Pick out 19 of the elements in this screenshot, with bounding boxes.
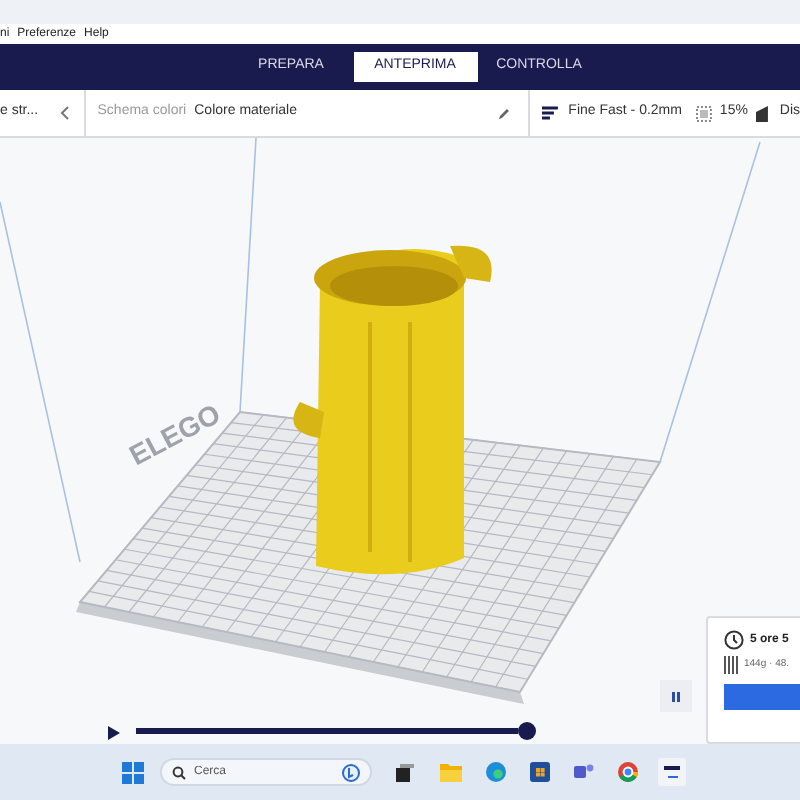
- filament-icon: [724, 656, 738, 674]
- chrome-icon[interactable]: [618, 762, 638, 782]
- active-app-icon[interactable]: [658, 758, 686, 786]
- infill-icon: [695, 105, 712, 121]
- windows-icon[interactable]: [122, 761, 144, 783]
- pause-icon: [672, 691, 680, 701]
- pause-button[interactable]: [660, 680, 692, 712]
- pencil-icon[interactable]: [498, 107, 511, 119]
- browser-icon[interactable]: [486, 762, 506, 782]
- profile-icon: [542, 105, 559, 121]
- slider-handle[interactable]: [518, 722, 536, 740]
- task-view-icon[interactable]: [396, 763, 414, 781]
- support-icon: [755, 105, 772, 121]
- teams-icon[interactable]: [574, 762, 594, 782]
- store-icon[interactable]: [530, 762, 550, 782]
- play-button[interactable]: [104, 722, 124, 742]
- search-icon: [172, 765, 186, 779]
- bing-icon: [342, 763, 360, 781]
- clock-icon: [724, 630, 744, 650]
